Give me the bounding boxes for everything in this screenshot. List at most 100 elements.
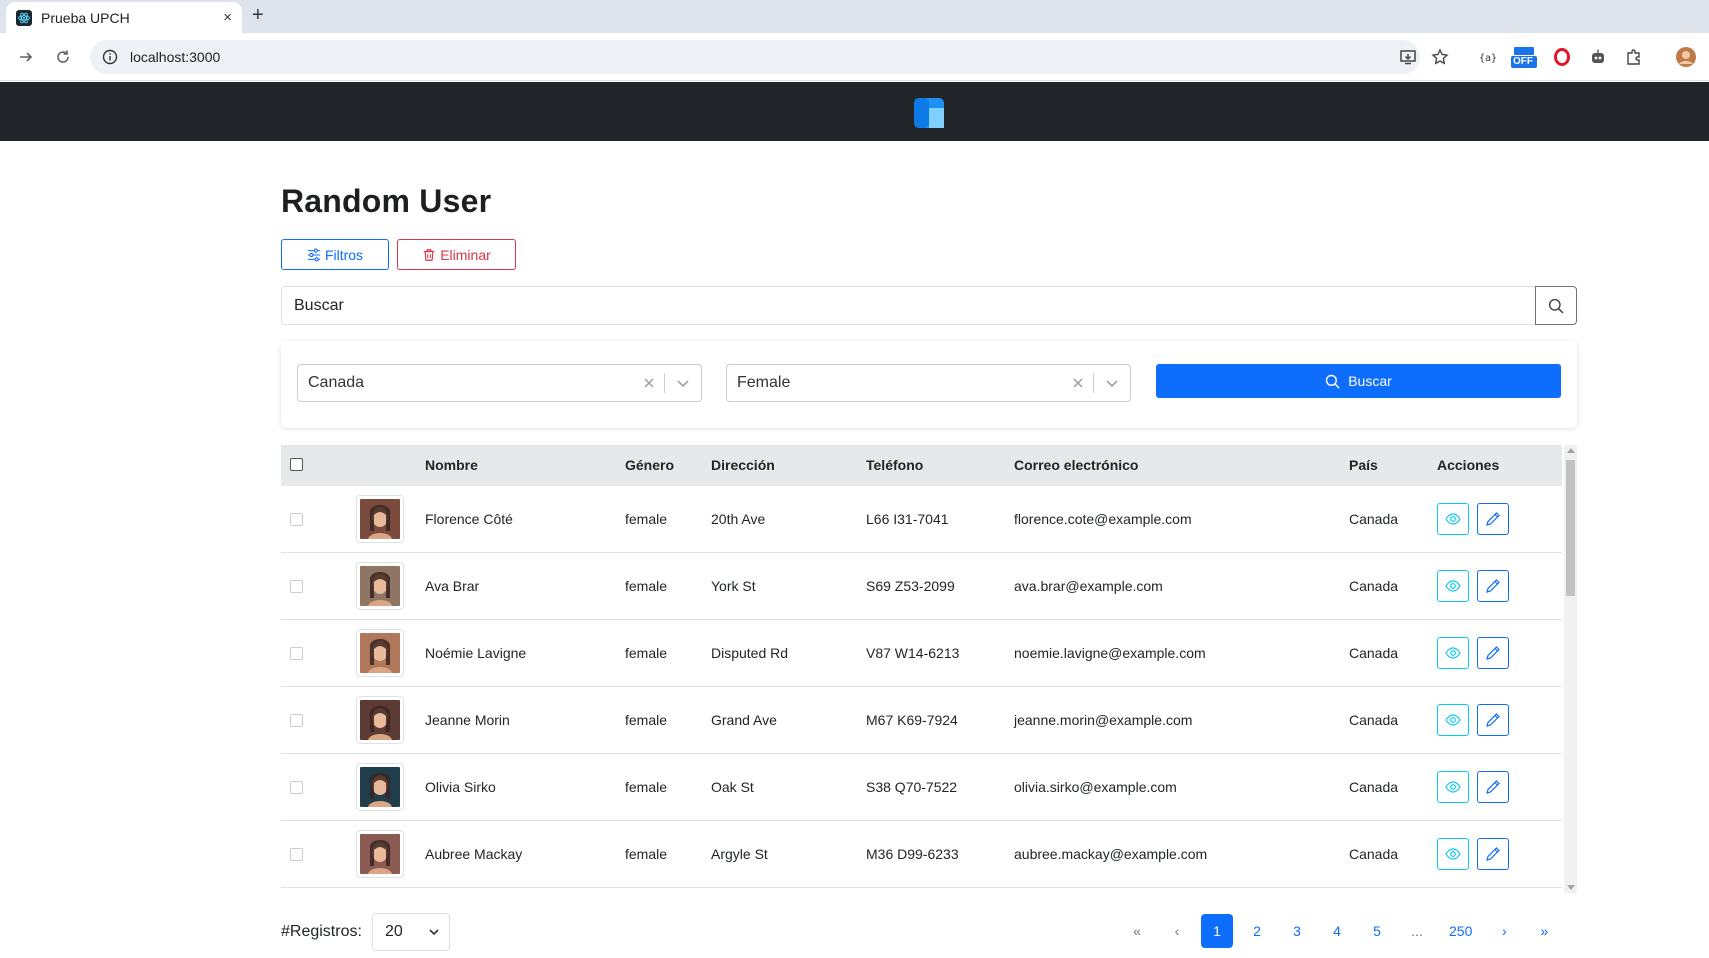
reload-icon[interactable] bbox=[51, 45, 75, 69]
view-user-button[interactable] bbox=[1437, 771, 1469, 803]
trash-icon bbox=[423, 248, 435, 261]
address-bar[interactable]: localhost:3000 bbox=[90, 40, 1420, 74]
sliders-icon bbox=[307, 248, 321, 261]
select-all-checkbox[interactable] bbox=[290, 458, 303, 471]
row-checkbox[interactable] bbox=[290, 580, 303, 593]
clear-country-icon[interactable] bbox=[634, 377, 664, 389]
user-avatar bbox=[356, 696, 404, 744]
view-user-button[interactable] bbox=[1437, 570, 1469, 602]
table-row: Jeanne Morin female Grand Ave M67 K69-7924 j… bbox=[281, 687, 1562, 754]
cell-address: Oak St bbox=[711, 779, 754, 795]
header-phone: Teléfono bbox=[866, 457, 924, 473]
profile-avatar-icon[interactable] bbox=[1674, 45, 1698, 69]
json-extension-icon[interactable]: {a} bbox=[1476, 45, 1500, 69]
table-scrollbar[interactable] bbox=[1564, 445, 1577, 893]
avatar-photo bbox=[360, 700, 400, 740]
chevron-down-icon[interactable] bbox=[665, 376, 701, 390]
eye-icon bbox=[1445, 647, 1461, 659]
apply-filters-button[interactable]: Buscar bbox=[1156, 364, 1561, 398]
user-avatar bbox=[356, 629, 404, 677]
svg-text:{a}: {a} bbox=[1479, 53, 1497, 64]
page-3[interactable]: 3 bbox=[1281, 914, 1313, 948]
filters-button[interactable]: Filtros bbox=[281, 239, 389, 270]
edit-user-button[interactable] bbox=[1477, 771, 1509, 803]
page-ellipsis: ... bbox=[1411, 923, 1423, 939]
scrollbar-thumb[interactable] bbox=[1566, 460, 1575, 596]
page-next[interactable]: › bbox=[1488, 914, 1520, 948]
header-gender: Género bbox=[625, 457, 675, 473]
cell-country: Canada bbox=[1349, 511, 1399, 527]
delete-button[interactable]: Eliminar bbox=[397, 239, 516, 270]
gender-select[interactable]: Female bbox=[726, 364, 1131, 402]
cell-gender: female bbox=[625, 645, 668, 661]
row-checkbox[interactable] bbox=[290, 848, 303, 861]
opera-extension-icon[interactable] bbox=[1550, 45, 1574, 69]
pagination: « ‹ 1 2 3 4 5 ... 250 › » bbox=[1121, 914, 1560, 948]
cell-country: Canada bbox=[1349, 645, 1399, 661]
page-4[interactable]: 4 bbox=[1321, 914, 1353, 948]
page-prev[interactable]: ‹ bbox=[1161, 914, 1193, 948]
row-checkbox[interactable] bbox=[290, 647, 303, 660]
header-address: Dirección bbox=[711, 457, 775, 473]
browser-tab[interactable]: Prueba UPCH × bbox=[6, 2, 242, 33]
view-user-button[interactable] bbox=[1437, 704, 1469, 736]
user-avatar bbox=[356, 830, 404, 878]
search-icon bbox=[1548, 298, 1564, 314]
table-header: Nombre Género Dirección Teléfono Correo … bbox=[281, 445, 1562, 486]
app-navbar bbox=[0, 82, 1709, 141]
cell-country: Canada bbox=[1349, 779, 1399, 795]
page-first[interactable]: « bbox=[1121, 914, 1153, 948]
app-logo-icon[interactable] bbox=[914, 98, 944, 128]
new-tab-button[interactable]: + bbox=[252, 4, 264, 27]
edit-user-button[interactable] bbox=[1477, 570, 1509, 602]
search-input[interactable]: Buscar bbox=[281, 286, 1535, 325]
view-user-button[interactable] bbox=[1437, 838, 1469, 870]
scroll-down-arrow[interactable] bbox=[1567, 885, 1575, 890]
page-1[interactable]: 1 bbox=[1201, 914, 1233, 948]
view-user-button[interactable] bbox=[1437, 637, 1469, 669]
cell-phone: M36 D99-6233 bbox=[866, 846, 959, 862]
pencil-icon bbox=[1486, 512, 1500, 526]
chevron-down-icon[interactable] bbox=[1094, 376, 1130, 390]
tab-close-icon[interactable]: × bbox=[223, 9, 232, 26]
country-select[interactable]: Canada bbox=[297, 364, 702, 402]
extensions-puzzle-icon[interactable] bbox=[1622, 45, 1646, 69]
row-checkbox[interactable] bbox=[290, 513, 303, 526]
cell-address: Argyle St bbox=[711, 846, 768, 862]
eye-icon bbox=[1445, 781, 1461, 793]
avatar-photo bbox=[360, 633, 400, 673]
scroll-up-arrow[interactable] bbox=[1567, 448, 1575, 453]
extension-off-icon[interactable]: OFF bbox=[1510, 45, 1538, 69]
page-5[interactable]: 5 bbox=[1361, 914, 1393, 948]
tab-title: Prueba UPCH bbox=[41, 9, 130, 26]
url-text: localhost:3000 bbox=[130, 49, 221, 65]
bookmark-star-icon[interactable] bbox=[1428, 45, 1452, 69]
cell-email: noemie.lavigne@example.com bbox=[1014, 645, 1206, 661]
robot-extension-icon[interactable] bbox=[1586, 45, 1610, 69]
filters-panel: Canada Female Buscar bbox=[281, 341, 1577, 428]
avatar-photo bbox=[360, 499, 400, 539]
page-last-number[interactable]: 250 bbox=[1441, 914, 1480, 948]
site-info-icon[interactable] bbox=[102, 49, 118, 65]
search-button[interactable] bbox=[1535, 286, 1577, 325]
avatar-photo bbox=[360, 767, 400, 807]
page-2[interactable]: 2 bbox=[1241, 914, 1273, 948]
forward-icon[interactable] bbox=[14, 45, 38, 69]
view-user-button[interactable] bbox=[1437, 503, 1469, 535]
edit-user-button[interactable] bbox=[1477, 704, 1509, 736]
user-avatar bbox=[356, 562, 404, 610]
cell-email: florence.cote@example.com bbox=[1014, 511, 1192, 527]
install-app-icon[interactable] bbox=[1396, 45, 1420, 69]
cell-gender: female bbox=[625, 712, 668, 728]
records-per-page-select[interactable]: 20 bbox=[372, 913, 450, 951]
edit-user-button[interactable] bbox=[1477, 838, 1509, 870]
apply-filters-label: Buscar bbox=[1348, 373, 1392, 389]
edit-user-button[interactable] bbox=[1477, 637, 1509, 669]
page-last[interactable]: » bbox=[1528, 914, 1560, 948]
browser-tab-bar: Prueba UPCH × + bbox=[0, 0, 1709, 33]
row-checkbox[interactable] bbox=[290, 781, 303, 794]
row-checkbox[interactable] bbox=[290, 714, 303, 727]
records-label: #Registros: bbox=[281, 923, 362, 940]
clear-gender-icon[interactable] bbox=[1063, 377, 1093, 389]
edit-user-button[interactable] bbox=[1477, 503, 1509, 535]
